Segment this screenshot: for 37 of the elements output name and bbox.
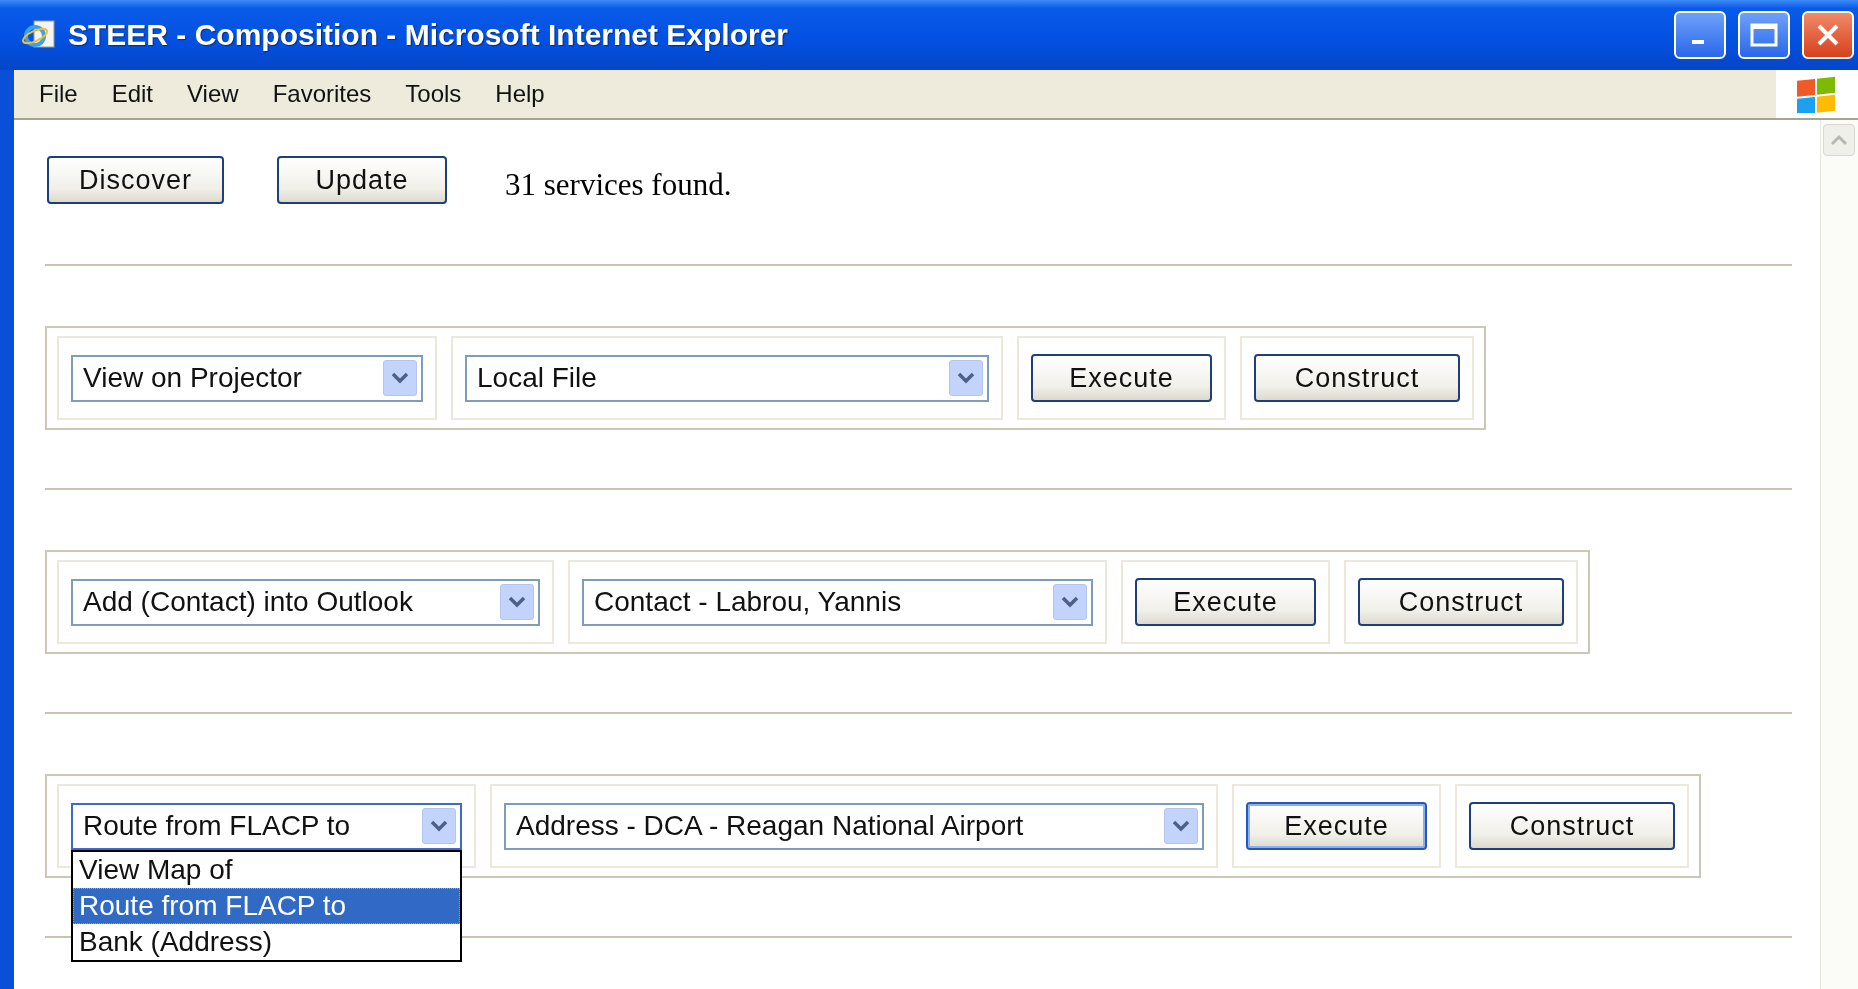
- chevron-down-icon: [508, 596, 526, 608]
- menu-item[interactable]: Tools: [388, 80, 479, 108]
- execute-button[interactable]: Execute: [1135, 578, 1316, 626]
- menu-item[interactable]: Edit: [94, 80, 171, 108]
- dropdown[interactable]: Address - DCA - Reagan National Airport: [504, 802, 1204, 850]
- construct-button[interactable]: Construct: [1358, 578, 1564, 626]
- chevron-down-icon: [391, 372, 409, 384]
- chevron-down-icon: [1061, 596, 1079, 608]
- browser-icon: [22, 20, 56, 50]
- dropdown[interactable]: Contact - Labrou, Yannis: [582, 578, 1093, 626]
- menu-item[interactable]: View: [170, 80, 256, 108]
- execute-button[interactable]: Execute: [1246, 802, 1427, 850]
- maximize-icon: [1750, 23, 1778, 47]
- construct-button[interactable]: Construct: [1254, 354, 1460, 402]
- dropdown[interactable]: Local File: [465, 354, 989, 402]
- chevron-down-icon: [430, 820, 448, 832]
- menu-item[interactable]: Help: [478, 80, 562, 108]
- status-text: 31 services found.: [505, 167, 732, 203]
- close-icon: [1815, 22, 1841, 48]
- discover-button[interactable]: Discover: [47, 156, 225, 204]
- dropdown[interactable]: Route from FLACP to: [71, 802, 462, 850]
- update-button[interactable]: Update: [277, 156, 448, 204]
- dropdown-option[interactable]: Route from FLACP to: [73, 887, 460, 924]
- dropdown[interactable]: View on Projector: [71, 354, 423, 402]
- dropdown[interactable]: Add (Contact) into Outlook: [71, 578, 540, 626]
- close-button[interactable]: [1802, 11, 1854, 59]
- chevron-up-icon: [1830, 134, 1848, 146]
- minimize-icon: [1692, 40, 1704, 44]
- menu-item[interactable]: Favorites: [255, 80, 389, 108]
- minimize-button[interactable]: [1674, 11, 1726, 59]
- chevron-down-icon: [957, 372, 975, 384]
- menu-item[interactable]: File: [22, 80, 95, 108]
- chevron-down-icon: [1172, 820, 1190, 832]
- window-title: STEER - Composition - Microsoft Internet Explorer: [68, 18, 790, 52]
- maximize-button[interactable]: [1738, 11, 1790, 59]
- construct-button[interactable]: Construct: [1469, 802, 1675, 850]
- execute-button[interactable]: Execute: [1031, 354, 1212, 402]
